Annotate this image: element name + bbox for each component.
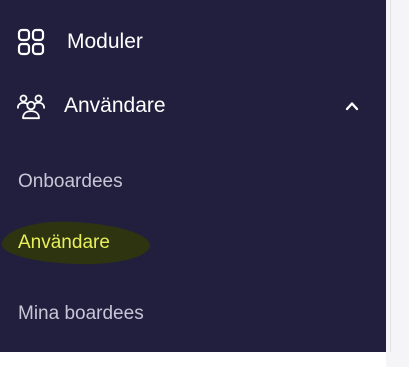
users-group-icon — [16, 91, 46, 121]
chevron-up-icon[interactable] — [341, 95, 363, 117]
submenu-item-label: Användare — [18, 232, 110, 253]
content-area-edge — [386, 0, 409, 367]
sidebar-item-label: Moduler — [67, 30, 143, 53]
submenu-item-label: Mina boardees — [18, 303, 144, 324]
bottom-edge — [0, 352, 386, 367]
sidebar-item-modules[interactable]: Moduler — [0, 20, 386, 64]
screenshot-canvas: Moduler Användare Onboardees Användare M… — [0, 0, 409, 367]
submenu-item-anvandare[interactable]: Användare — [18, 227, 110, 259]
submenu-item-mina-boardees[interactable]: Mina boardees — [18, 298, 144, 330]
grid-icon — [16, 27, 46, 57]
submenu-item-onboardees[interactable]: Onboardees — [18, 166, 123, 198]
divider — [390, 0, 391, 352]
sidebar-item-users[interactable]: Användare — [0, 84, 386, 128]
submenu-item-label: Onboardees — [18, 171, 123, 192]
sidebar: Moduler Användare Onboardees Användare M… — [0, 0, 386, 352]
sidebar-item-label: Användare — [64, 94, 166, 117]
